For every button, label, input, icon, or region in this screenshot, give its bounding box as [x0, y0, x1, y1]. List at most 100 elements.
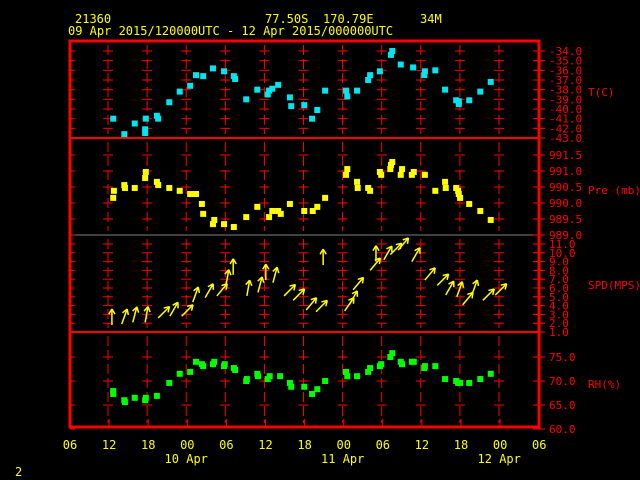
x-tick-label: 18	[297, 438, 311, 452]
rh-point	[131, 394, 138, 401]
pressure-point	[432, 187, 439, 194]
rh-tick-label: 65.0	[549, 399, 576, 412]
wind-arrow	[224, 269, 232, 286]
pressure-point	[131, 184, 138, 191]
rh-point	[389, 350, 396, 357]
temperature-point	[410, 64, 417, 71]
temperature-point	[275, 81, 282, 88]
rh-point	[200, 363, 207, 370]
temperature-point	[142, 130, 149, 137]
wind-arrow	[245, 279, 253, 297]
rh-point	[322, 378, 329, 384]
pres-tick-label: 990.5	[549, 181, 582, 194]
rh-point	[187, 368, 194, 375]
wind-arrow	[424, 267, 436, 281]
rh-point	[153, 392, 160, 399]
wind-arrow	[108, 308, 116, 325]
wind-arrow	[262, 263, 270, 281]
pressure-point	[322, 194, 329, 201]
time-period: 09 Apr 2015/120000UTC - 12 Apr 2015/0000…	[68, 24, 393, 38]
wind-arrow	[494, 282, 508, 296]
data-marks	[108, 48, 508, 406]
rh-point	[442, 376, 449, 383]
rh-point	[288, 383, 295, 390]
temperature-point	[301, 102, 308, 109]
x-tick-label: 06	[219, 438, 233, 452]
x-tick-label: 00	[493, 438, 507, 452]
pressure-point	[221, 221, 228, 228]
rh-point	[410, 358, 417, 365]
rh-point	[367, 365, 374, 372]
temperature-point	[166, 99, 173, 106]
x-tick-label: 18	[141, 438, 155, 452]
rh-point	[314, 386, 321, 393]
temperature-point	[389, 48, 396, 54]
wind-arrow	[229, 258, 237, 275]
pressure-point	[193, 191, 200, 198]
wind-arrow	[257, 276, 265, 293]
pressure-point	[266, 214, 273, 221]
temperature-point	[193, 72, 200, 79]
pressure-point	[243, 214, 250, 221]
rh-point	[301, 383, 308, 390]
pressure-point	[110, 187, 117, 194]
rh-tick-label: 70.0	[549, 375, 576, 388]
temperature-point	[466, 97, 473, 104]
wind-arrow	[120, 308, 130, 325]
temperature-point	[254, 86, 261, 93]
rh-axis-label: RH(%)	[588, 378, 621, 391]
wind-arrow-head	[276, 267, 280, 274]
temperature-point	[344, 93, 351, 100]
temperature-point	[155, 115, 162, 122]
pressure-point	[410, 168, 417, 175]
temperature-point	[131, 120, 138, 127]
rh-point	[176, 370, 183, 377]
wind-arrow-head	[461, 281, 465, 288]
wind-arrow	[456, 281, 465, 298]
pressure-point	[277, 210, 284, 217]
pressure-point	[344, 166, 351, 173]
pressure-point	[487, 216, 494, 223]
wind-arrow	[445, 280, 455, 296]
pressure-point	[378, 171, 385, 178]
temperature-point	[110, 115, 117, 122]
wind-arrow	[283, 283, 297, 297]
temperature-point	[269, 85, 276, 92]
pressure-point	[442, 178, 449, 185]
rh-point	[142, 397, 149, 404]
wind-arrow	[192, 286, 201, 303]
x-tick-label: 12	[415, 438, 429, 452]
rh-point	[232, 366, 239, 373]
rh-tick-label: 75.0	[549, 351, 576, 364]
temperature-point	[432, 67, 439, 74]
temperature-point	[322, 87, 329, 94]
pres-tick-label: 989.5	[549, 213, 582, 226]
wind-arrow	[352, 276, 365, 291]
pressure-point	[176, 187, 183, 194]
pressure-point	[399, 166, 406, 173]
rh-point	[354, 373, 361, 380]
rh-point	[193, 358, 200, 365]
rh-point	[457, 379, 464, 386]
pressure-point	[342, 171, 349, 178]
wind-arrow	[157, 305, 171, 319]
rh-point	[166, 379, 173, 386]
pressure-point	[142, 175, 149, 182]
x-tick-label: 12	[102, 438, 116, 452]
wind-arrow-head	[197, 286, 201, 294]
pres-axis-label: Pre (mb)	[588, 184, 640, 197]
temperature-point	[200, 73, 207, 80]
x-tick-label: 06	[376, 438, 390, 452]
wind-arrow-head	[248, 279, 253, 287]
x-tick-label: 06	[63, 438, 77, 452]
temperature-point	[121, 131, 128, 138]
pressure-point	[354, 178, 361, 185]
meteogram: 21360 77.50S 170.79E 34M 09 Apr 2015/120…	[15, 12, 640, 479]
pressure-point	[442, 184, 449, 191]
pressure-point	[200, 210, 207, 217]
rh-point	[254, 373, 261, 380]
wind-arrow	[436, 273, 450, 286]
date-label: 10 Apr	[165, 452, 208, 466]
pressure-point	[230, 224, 237, 230]
temperature-point	[477, 88, 484, 95]
